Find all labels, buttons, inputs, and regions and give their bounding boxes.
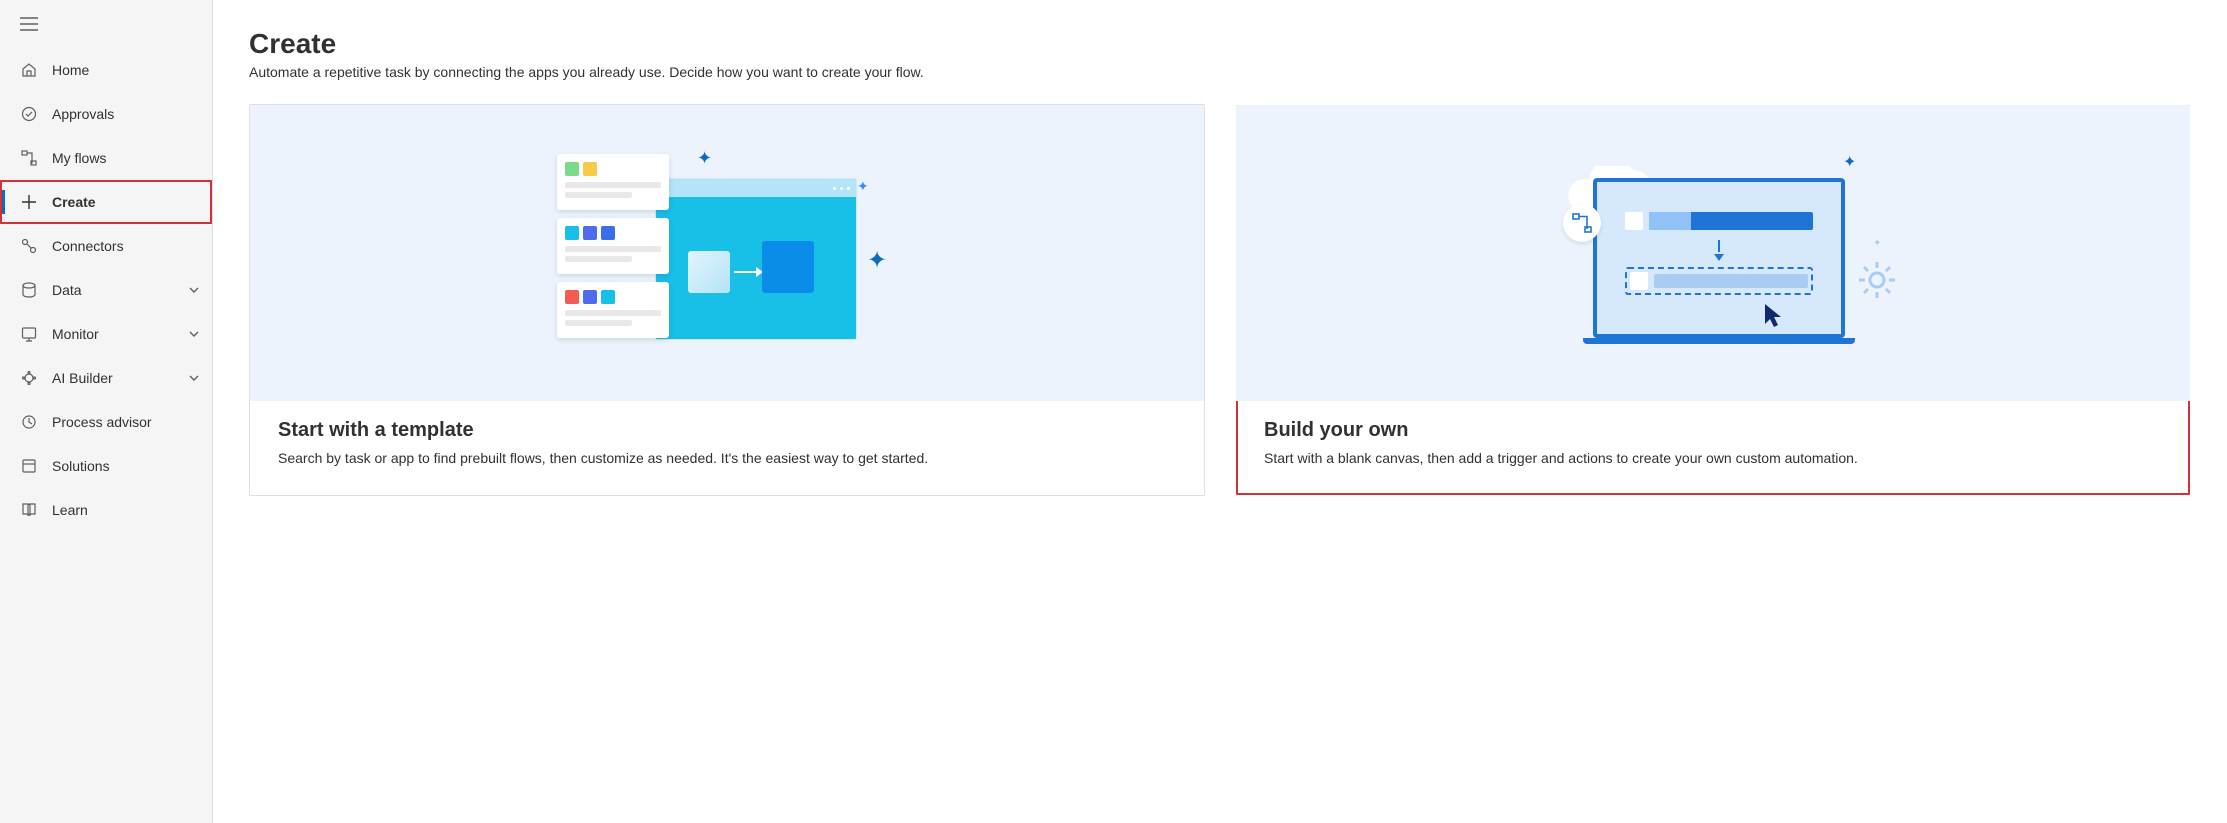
card-description: Search by task or app to find prebuilt f…: [278, 448, 1176, 469]
create-options-row: ✦ ✦ ✦ Start with a template Search by ta…: [249, 104, 2191, 496]
gear-icon: [1855, 258, 1899, 302]
sidebar-item-label: Data: [52, 282, 188, 298]
home-icon: [20, 61, 38, 79]
sidebar-item-label: My flows: [52, 150, 200, 166]
sidebar-item-home[interactable]: Home: [0, 48, 212, 92]
sparkle-icon: ✦: [857, 178, 869, 195]
card-description: Start with a blank canvas, then add a tr…: [1264, 448, 2162, 469]
card-title: Start with a template: [278, 419, 1176, 442]
monitor-icon: [20, 325, 38, 343]
process-advisor-icon: [20, 413, 38, 431]
sidebar-item-approvals[interactable]: Approvals: [0, 92, 212, 136]
chevron-down-icon: [188, 328, 200, 340]
card-start-with-template[interactable]: ✦ ✦ ✦ Start with a template Search by ta…: [249, 104, 1205, 496]
sidebar-item-label: AI Builder: [52, 370, 188, 386]
ai-builder-icon: [20, 369, 38, 387]
main-content: Create Automate a repetitive task by con…: [213, 0, 2227, 823]
sidebar-item-create[interactable]: Create: [0, 180, 212, 224]
sidebar-item-data[interactable]: Data: [0, 268, 212, 312]
build-illustration: ✦ ✦: [1236, 105, 2190, 401]
plus-icon: [20, 193, 38, 211]
sidebar-item-my-flows[interactable]: My flows: [0, 136, 212, 180]
data-icon: [20, 281, 38, 299]
sparkle-icon: ✦: [1843, 152, 1856, 172]
sidebar-item-label: Solutions: [52, 458, 200, 474]
sparkle-icon: ✦: [867, 246, 887, 275]
card-title: Build your own: [1264, 419, 2162, 442]
learn-icon: [20, 501, 38, 519]
sidebar-item-connectors[interactable]: Connectors: [0, 224, 212, 268]
connectors-icon: [20, 237, 38, 255]
sidebar-item-monitor[interactable]: Monitor: [0, 312, 212, 356]
chevron-down-icon: [188, 284, 200, 296]
sidebar-item-label: Monitor: [52, 326, 188, 342]
solutions-icon: [20, 457, 38, 475]
approvals-icon: [20, 105, 38, 123]
cursor-icon: [1763, 302, 1785, 328]
sidebar-item-label: Learn: [52, 502, 200, 518]
sparkle-icon: ✦: [1873, 238, 1881, 249]
sidebar-item-solutions[interactable]: Solutions: [0, 444, 212, 488]
flows-icon: [20, 149, 38, 167]
sidebar-item-ai-builder[interactable]: AI Builder: [0, 356, 212, 400]
sidebar-item-label: Home: [52, 62, 200, 78]
sidebar-item-label: Connectors: [52, 238, 200, 254]
sidebar-item-learn[interactable]: Learn: [0, 488, 212, 532]
hamburger-icon: [20, 17, 38, 31]
flow-badge-icon: [1563, 204, 1601, 242]
sidebar-item-label: Create: [52, 194, 200, 210]
sparkle-icon: ✦: [697, 148, 712, 169]
page-subtitle: Automate a repetitive task by connecting…: [249, 64, 2191, 80]
chevron-down-icon: [188, 372, 200, 384]
sidebar: Home Approvals My flows Create Connector…: [0, 0, 213, 823]
template-illustration: ✦ ✦ ✦: [250, 105, 1204, 401]
hamburger-button[interactable]: [0, 0, 212, 48]
card-build-your-own[interactable]: ✦ ✦ Build your own Start with a blank ca…: [1235, 104, 2191, 496]
page-title: Create: [249, 28, 2191, 60]
sidebar-item-label: Process advisor: [52, 414, 200, 430]
sidebar-item-process-advisor[interactable]: Process advisor: [0, 400, 212, 444]
sidebar-item-label: Approvals: [52, 106, 200, 122]
